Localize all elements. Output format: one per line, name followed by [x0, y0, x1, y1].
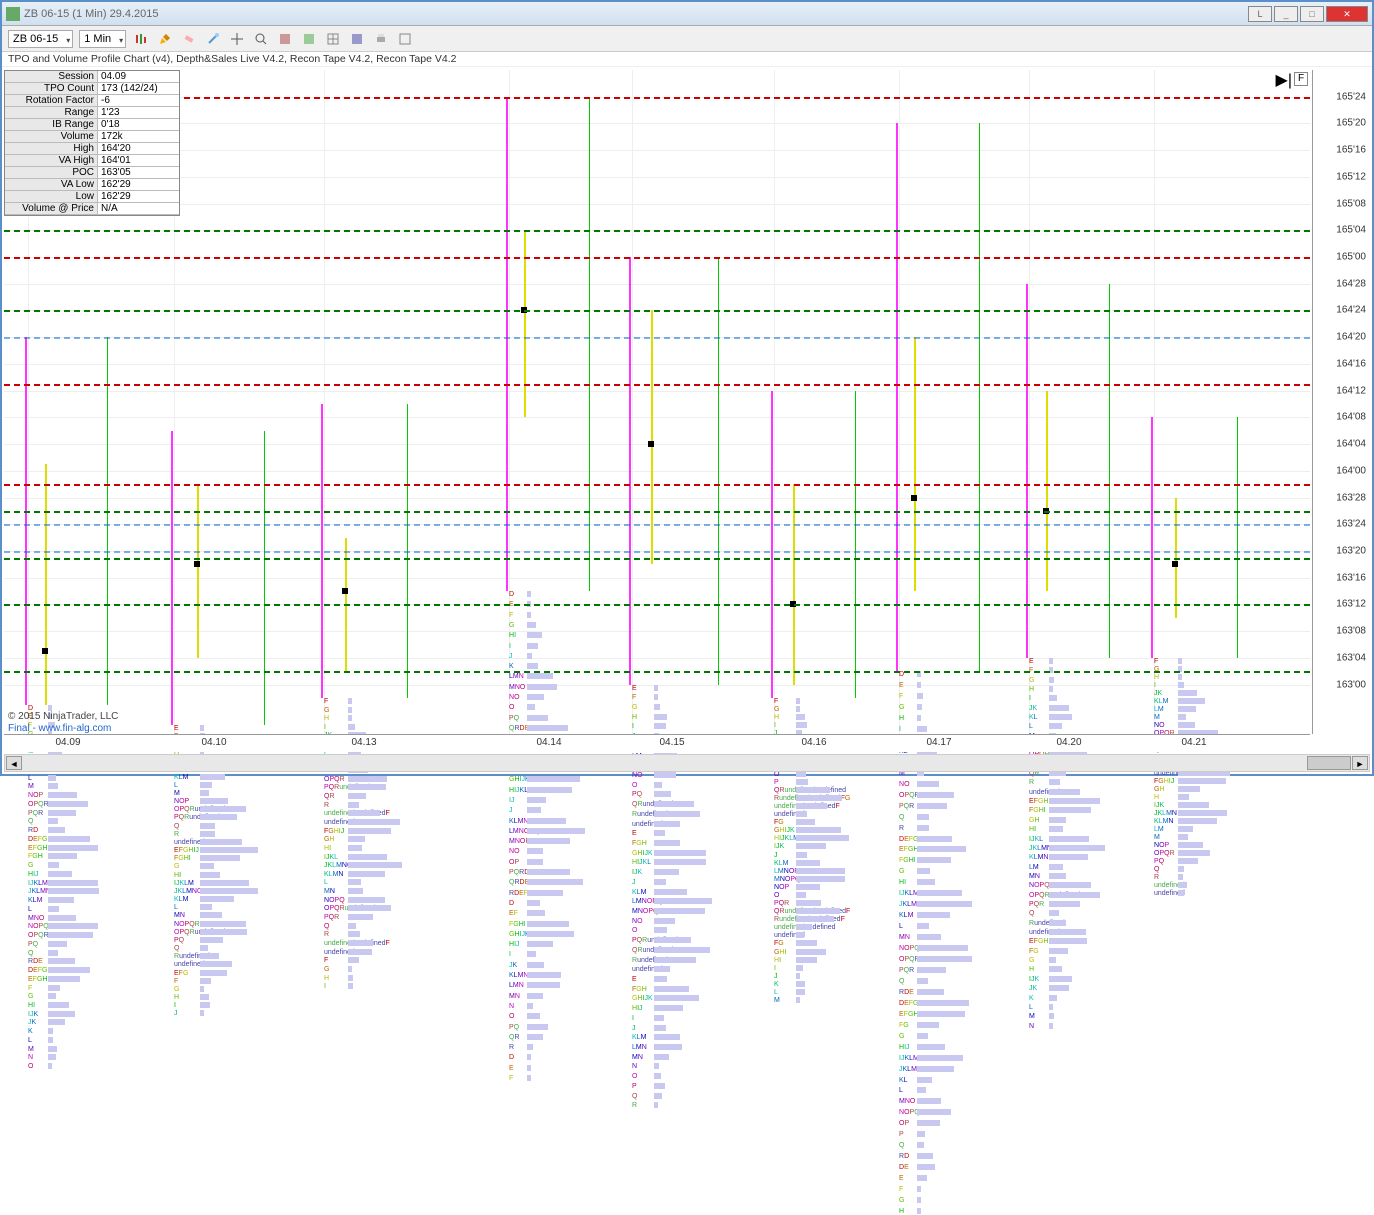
- stat-value: 1'23: [97, 107, 179, 118]
- stat-label: High: [5, 143, 97, 154]
- session-profile: EFGHIJKLMMNONOOPQQRundefinedERundefinedE…: [632, 257, 724, 685]
- date-axis[interactable]: 04.0904.1004.1304.1404.1504.1604.1704.20…: [4, 734, 1310, 752]
- session-profile: FGHIJKKLMLMMNOOPQRPQRundefinedundefinedQ…: [1154, 417, 1243, 657]
- session-profile: DEFGHIIJKLMNMNONOOPQQRDERDEFDEEFGHGHIJKH…: [509, 97, 595, 591]
- f-button[interactable]: F: [1294, 72, 1308, 86]
- stat-value: 04.09: [97, 71, 179, 82]
- stat-label: Volume: [5, 131, 97, 142]
- stat-value: 173 (142/24): [97, 83, 179, 94]
- session-profile: EFGHIJKKLMLMNOPOPQRundefinedPQRundefined…: [174, 431, 270, 725]
- color2-icon[interactable]: [300, 30, 318, 48]
- skip-end-icon[interactable]: ▶|: [1276, 70, 1292, 90]
- scroll-thumb[interactable]: [1307, 756, 1351, 770]
- stat-label: IB Range: [5, 119, 97, 130]
- stat-label: Rotation Factor: [5, 95, 97, 106]
- stat-value: 164'01: [97, 155, 179, 166]
- crosshair-icon[interactable]: [228, 30, 246, 48]
- stat-label: POC: [5, 167, 97, 178]
- session-profile: DEFGHIJJKLKLLMNOPOPQRPQRQRDDEFGHEFGHIFGH…: [28, 337, 113, 704]
- toolbar: ZB 06-15 1 Min: [2, 26, 1372, 52]
- pencil-icon[interactable]: [156, 30, 174, 48]
- app-icon: [6, 7, 20, 21]
- print-icon[interactable]: [372, 30, 390, 48]
- stat-value: N/A: [97, 203, 179, 214]
- btn-l[interactable]: L: [1248, 6, 1272, 22]
- copyright-label: © 2015 NinjaTrader, LLC: [8, 711, 118, 722]
- stat-label: Range: [5, 107, 97, 118]
- h-scrollbar[interactable]: ◄ ►: [4, 754, 1370, 772]
- candles-icon[interactable]: [132, 30, 150, 48]
- stat-value: 164'20: [97, 143, 179, 154]
- stat-label: VA Low: [5, 179, 97, 190]
- session-profile: FGHIJKLMMNONOPOPQRundefinedundefinedRund…: [774, 391, 861, 698]
- stat-label: Volume @ Price: [5, 203, 97, 214]
- scroll-left-icon[interactable]: ◄: [6, 756, 22, 770]
- session-profile: DEFGHIJKKLLMNOOPQRPQRQRDEFGEFGHIFGHIGHII…: [899, 123, 985, 671]
- session-stats-panel: Session04.09TPO Count173 (142/24)Rotatio…: [4, 70, 180, 216]
- stat-label: Low: [5, 191, 97, 202]
- save-icon[interactable]: [348, 30, 366, 48]
- stat-label: VA High: [5, 155, 97, 166]
- indicator-strip: TPO and Volume Profile Chart (v4), Depth…: [2, 52, 1372, 67]
- scroll-right-icon[interactable]: ►: [1352, 756, 1368, 770]
- stat-value: 162'29: [97, 179, 179, 190]
- window-titlebar: ZB 06-15 (1 Min) 29.4.2015 L _ □ ✕: [2, 2, 1372, 26]
- chart-area[interactable]: Session04.09TPO Count173 (142/24)Rotatio…: [4, 70, 1370, 752]
- minimize-button[interactable]: _: [1274, 6, 1298, 22]
- stat-value: 162'29: [97, 191, 179, 202]
- close-button[interactable]: ✕: [1326, 6, 1368, 22]
- stat-value: 0'18: [97, 119, 179, 130]
- price-axis[interactable]: 165'24165'20165'16165'12165'08165'04165'…: [1312, 70, 1370, 734]
- settings-icon[interactable]: [396, 30, 414, 48]
- stat-label: Session: [5, 71, 97, 82]
- eraser-icon[interactable]: [180, 30, 198, 48]
- stat-label: TPO Count: [5, 83, 97, 94]
- session-profile: EFGHIJKKLLMNOOPQRPQRundefinedQRRundefine…: [1029, 284, 1115, 658]
- color1-icon[interactable]: [276, 30, 294, 48]
- timeframe-select[interactable]: 1 Min: [79, 30, 126, 48]
- stat-value: 172k: [97, 131, 179, 142]
- grid-icon[interactable]: [324, 30, 342, 48]
- stat-value: 163'05: [97, 167, 179, 178]
- site-link[interactable]: Final - www.fin-alg.com: [8, 723, 111, 734]
- maximize-button[interactable]: □: [1300, 6, 1324, 22]
- stat-value: -6: [97, 95, 179, 106]
- zoom-icon[interactable]: [252, 30, 270, 48]
- instrument-select[interactable]: ZB 06-15: [8, 30, 73, 48]
- window-title: ZB 06-15 (1 Min) 29.4.2015: [24, 8, 159, 20]
- wand-icon[interactable]: [204, 30, 222, 48]
